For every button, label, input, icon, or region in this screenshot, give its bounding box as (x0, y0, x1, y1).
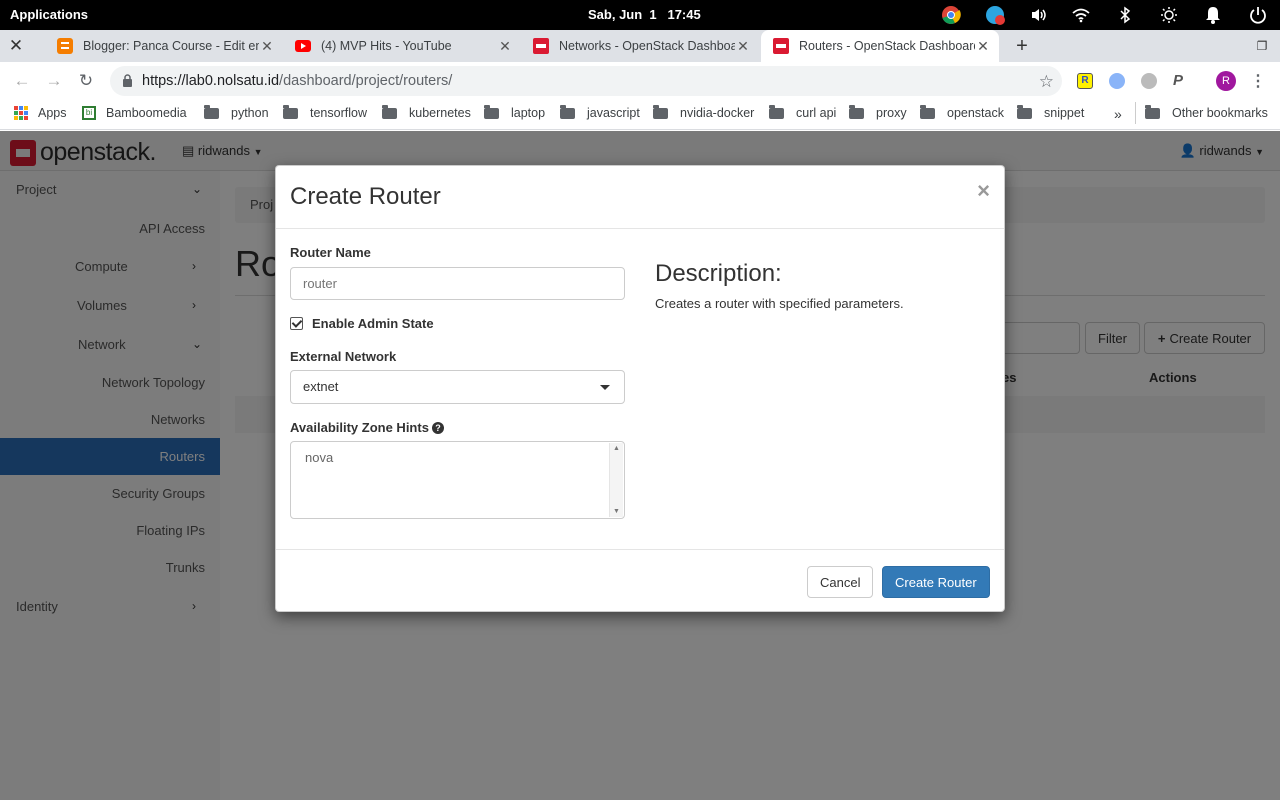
browser-tab[interactable]: (4) MVP Hits - YouTube ✕ (283, 30, 521, 62)
folder-icon (382, 104, 397, 119)
bookmark-other[interactable]: Other bookmarks (1145, 104, 1268, 120)
folder-icon (283, 104, 298, 119)
back-arrow-icon[interactable]: ← (12, 71, 32, 91)
select-value: extnet (303, 379, 339, 394)
bluetooth-icon[interactable] (1115, 5, 1135, 25)
openstack-icon (773, 38, 789, 54)
folder-icon (1017, 104, 1032, 119)
folder-icon (849, 104, 864, 119)
bookmark-folder[interactable]: tensorflow (283, 104, 367, 120)
browser-tab-strip: ✕ Blogger: Panca Course - Edit en ✕ (4) … (0, 30, 1280, 62)
folder-icon (484, 104, 499, 119)
scroll-up-icon[interactable]: ▲ (613, 445, 620, 452)
bookmarks-divider (1135, 102, 1136, 124)
volume-icon[interactable] (1029, 5, 1049, 25)
wifi-icon[interactable] (1071, 5, 1091, 25)
listbox-option[interactable]: nova (305, 450, 333, 465)
url-text[interactable]: https://lab0.nolsatu.id/dashboard/projec… (142, 73, 452, 89)
external-network-select[interactable]: extnet (290, 370, 625, 404)
bookmarks-bar: Apps bi Bamboomedia python tensorflow ku… (0, 100, 1280, 130)
bookmark-folder[interactable]: proxy (849, 104, 907, 120)
close-window-icon[interactable]: ✕ (6, 36, 26, 56)
help-icon[interactable]: ? (431, 422, 444, 434)
apps-grid-icon (14, 106, 28, 120)
create-router-modal: Create Router × Router Name Enable Admin… (275, 165, 1005, 612)
url-bar[interactable]: https://lab0.nolsatu.id/dashboard/projec… (110, 66, 1062, 96)
tab-title: Routers - OpenStack Dashboard (799, 39, 975, 53)
browser-tab[interactable]: Blogger: Panca Course - Edit en ✕ (45, 30, 283, 62)
folder-icon (560, 104, 575, 119)
checkbox-label: Enable Admin State (312, 316, 434, 331)
bamboomedia-icon: bi (82, 106, 96, 120)
extension-globe-blue-icon[interactable] (1109, 73, 1125, 89)
extension-p-icon[interactable]: P (1173, 73, 1189, 89)
bookmark-folder[interactable]: nvidia-docker (653, 104, 754, 120)
tab-title: (4) MVP Hits - YouTube (321, 39, 452, 53)
tab-title: Networks - OpenStack Dashboa (559, 39, 735, 53)
forward-arrow-icon[interactable]: → (44, 71, 64, 91)
router-name-label: Router Name (290, 245, 371, 260)
close-tab-icon[interactable]: ✕ (259, 38, 275, 55)
system-clock[interactable]: Sab, Jun 1 17:45 (588, 7, 701, 22)
availability-zone-listbox[interactable]: nova ▲ ▼ (290, 441, 625, 519)
enable-admin-state-checkbox[interactable]: Enable Admin State (290, 316, 434, 331)
close-tab-icon[interactable]: ✕ (975, 38, 991, 55)
telegram-icon[interactable] (985, 5, 1005, 25)
folder-icon (204, 104, 219, 119)
bookmark-folder[interactable]: javascript (560, 104, 640, 120)
folder-icon (653, 104, 668, 119)
chrome-icon[interactable] (941, 5, 961, 25)
browser-tab-active[interactable]: Routers - OpenStack Dashboard ✕ (761, 30, 999, 62)
checkbox-checked-icon (290, 317, 303, 330)
system-top-bar: Applications Sab, Jun 1 17:45 (0, 0, 1280, 30)
bookmark-folder[interactable]: openstack (920, 104, 1004, 120)
openstack-icon (533, 38, 549, 54)
description-text: Creates a router with specified paramete… (655, 296, 904, 311)
extension-r-icon[interactable]: R (1077, 73, 1093, 89)
create-router-submit-button[interactable]: Create Router (882, 566, 990, 598)
description-title: Description: (655, 260, 782, 287)
browser-tab[interactable]: Networks - OpenStack Dashboa ✕ (521, 30, 759, 62)
applications-menu[interactable]: Applications (10, 7, 88, 22)
bookmark-folder[interactable]: curl api (769, 104, 836, 120)
close-tab-icon[interactable]: ✕ (497, 38, 513, 55)
browser-menu-icon[interactable]: ⋮ (1248, 71, 1268, 91)
modal-footer: Cancel Create Router (276, 549, 1004, 611)
folder-icon (769, 104, 784, 119)
bookmark-star-icon[interactable]: ☆ (1039, 72, 1054, 92)
folder-icon (920, 104, 935, 119)
listbox-scrollbar[interactable]: ▲ ▼ (609, 443, 623, 517)
bookmark-bamboomedia[interactable]: bi Bamboomedia (82, 106, 187, 120)
router-name-input[interactable] (290, 267, 625, 300)
external-network-label: External Network (290, 349, 397, 364)
bookmark-folder[interactable]: kubernetes (382, 104, 471, 120)
scroll-down-icon[interactable]: ▼ (613, 508, 620, 515)
lock-icon[interactable] (122, 74, 133, 90)
modal-title: Create Router (290, 183, 441, 210)
profile-avatar[interactable]: R (1216, 71, 1236, 91)
notification-bell-icon[interactable] (1203, 5, 1223, 25)
bookmark-folder[interactable]: laptop (484, 104, 545, 120)
bookmark-folder[interactable]: python (204, 104, 269, 120)
power-icon[interactable] (1248, 5, 1268, 25)
extension-globe-gray-icon[interactable] (1141, 73, 1157, 89)
more-bookmarks-chevron[interactable]: » (1114, 106, 1122, 122)
folder-icon (1145, 104, 1160, 119)
blogger-icon (57, 38, 73, 54)
caret-down-icon (600, 385, 610, 390)
new-tab-icon[interactable]: + (1012, 35, 1032, 57)
modal-header: Create Router × (276, 166, 1004, 229)
reload-icon[interactable]: ↻ (76, 71, 96, 91)
restore-window-icon[interactable]: ❐ (1252, 36, 1272, 56)
availability-zone-hints-label: Availability Zone Hints? (290, 420, 444, 435)
close-icon[interactable]: × (977, 178, 990, 204)
bookmark-folder[interactable]: snippet (1017, 104, 1084, 120)
address-toolbar: ← → ↻ https://lab0.nolsatu.id/dashboard/… (0, 62, 1280, 100)
bookmark-apps[interactable]: Apps (14, 106, 67, 120)
brightness-icon[interactable] (1159, 5, 1179, 25)
close-tab-icon[interactable]: ✕ (735, 38, 751, 55)
youtube-icon (295, 38, 311, 54)
cancel-button[interactable]: Cancel (807, 566, 874, 598)
tab-title: Blogger: Panca Course - Edit en (83, 39, 259, 53)
